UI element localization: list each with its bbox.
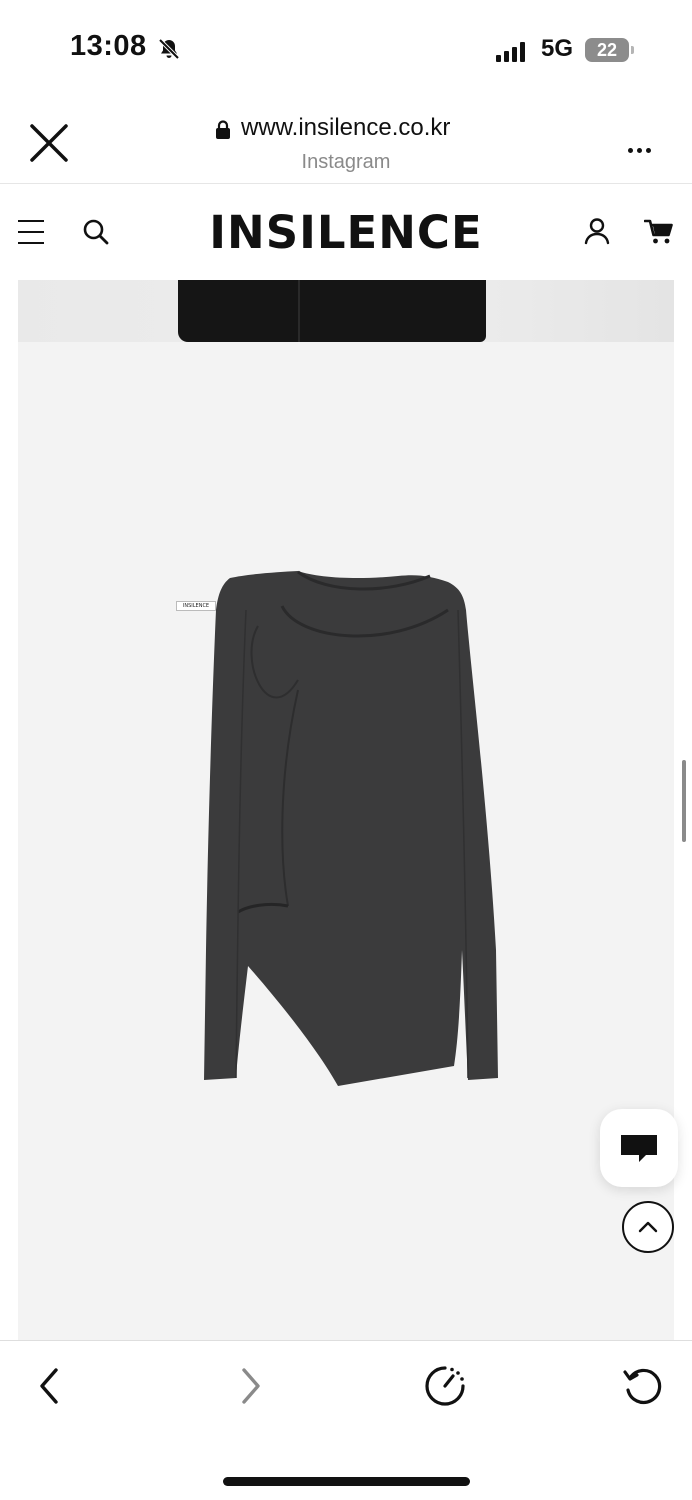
scroll-top-button[interactable] <box>622 1201 674 1253</box>
chat-button[interactable] <box>600 1109 678 1187</box>
chat-icon <box>621 1135 657 1162</box>
url-display[interactable]: www.insilence.co.kr <box>241 114 450 142</box>
header-divider <box>0 183 692 184</box>
chevron-left-icon[interactable] <box>34 1366 66 1406</box>
chevron-up-icon <box>638 1221 658 1233</box>
more-icon[interactable] <box>628 140 655 158</box>
product-image-panel[interactable]: INSILENCE <box>18 342 674 1340</box>
battery-icon: 22 <box>585 38 629 62</box>
bell-slash-icon <box>158 38 180 60</box>
page-subtitle: Instagram <box>301 151 391 173</box>
user-icon[interactable] <box>584 217 610 245</box>
scrollbar-thumb[interactable] <box>682 760 686 842</box>
network-type: 5G <box>541 35 574 62</box>
previous-product-image[interactable] <box>18 280 674 342</box>
reload-icon[interactable] <box>621 1364 665 1408</box>
garment-tag: INSILENCE <box>176 601 216 611</box>
status-time: 13:08 <box>70 30 147 62</box>
lock-icon <box>216 120 230 139</box>
home-indicator <box>223 1477 470 1486</box>
cart-icon[interactable] <box>644 219 674 245</box>
chevron-right-icon[interactable] <box>234 1366 266 1406</box>
garment-bottom-edge <box>178 280 486 342</box>
signal-icon <box>496 42 532 62</box>
speed-icon[interactable] <box>421 1362 469 1410</box>
long-sleeve-top-image <box>204 570 498 1086</box>
battery-cap <box>631 46 634 54</box>
battery-level: 22 <box>596 40 618 60</box>
